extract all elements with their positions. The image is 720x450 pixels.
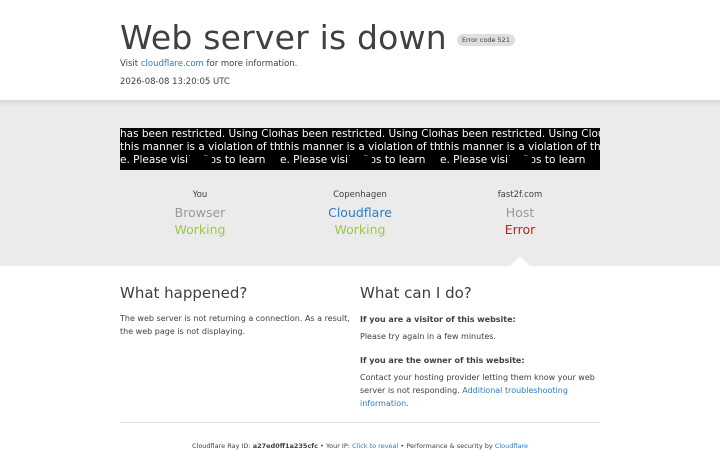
what-can-i-do-heading: What can I do? <box>360 284 472 302</box>
status-band: has been restricted. Using Cloud this ma… <box>0 100 720 266</box>
host-status: Error <box>504 222 536 237</box>
cloudflare-image: has been restricted. Using Cloud this ma… <box>280 128 440 170</box>
cloudflare-status: Working <box>334 222 386 237</box>
browser-image: has been restricted. Using Cloud this ma… <box>120 128 280 170</box>
what-happened-heading: What happened? <box>120 284 248 302</box>
browser-location: You <box>192 190 208 200</box>
error-pointer <box>510 256 530 266</box>
page-title: Web server is down <box>120 18 447 57</box>
title-row: Web server is down Error code 521 <box>120 18 600 58</box>
what-happened-section: What happened? The web server is not ret… <box>120 284 360 338</box>
host-location: fast2f.com <box>497 190 543 200</box>
visitor-body: Please try again in a few minutes. <box>360 332 496 341</box>
image-line: this manner is a violation of the <box>120 141 280 153</box>
visitor-heading: If you are a visitor of this website: <box>360 315 516 324</box>
image-line: has been restricted. Using Cloud <box>280 128 440 140</box>
host-label: Host <box>505 205 535 220</box>
ray-id: a27ed0ff1a235cfc <box>252 442 318 450</box>
image-block <box>188 156 212 170</box>
image-line: this manner is a violation of the <box>280 141 440 153</box>
separator: • <box>400 442 405 450</box>
owner-body-paragraph: Contact your hosting provider letting th… <box>360 371 600 410</box>
browser-column: has been restricted. Using Cloud this ma… <box>120 128 280 237</box>
host-column: has been restricted. Using Cloud this ma… <box>440 128 600 237</box>
cloudflare-label[interactable]: Cloudflare <box>280 205 440 220</box>
cloudflare-column: has been restricted. Using Cloud this ma… <box>280 128 440 237</box>
performance-label: Performance & security by <box>406 442 493 450</box>
cloudflare-location: Copenhagen <box>333 190 387 200</box>
error-code-badge: Error code 521 <box>456 34 515 46</box>
cloudflare-footer-link[interactable]: Cloudflare <box>495 442 528 450</box>
ray-label: Cloudflare Ray ID: <box>191 442 251 450</box>
browser-label: Browser <box>174 205 226 220</box>
image-line: this manner is a violation of the <box>440 141 600 153</box>
image-block <box>348 156 372 170</box>
what-can-i-do-section: What can I do? If you are a visitor of t… <box>360 284 600 410</box>
header: Web server is down Error code 521 Visit … <box>120 18 600 87</box>
visit-suffix: for more information. <box>206 59 298 69</box>
host-image: has been restricted. Using Cloud this ma… <box>440 128 600 170</box>
footer: Cloudflare Ray ID: a27ed0ff1a235cfc • Yo… <box>0 442 720 450</box>
visit-prefix: Visit <box>120 59 139 69</box>
owner-heading: If you are the owner of this website: <box>360 356 525 365</box>
image-line: has been restricted. Using Cloud <box>120 128 280 140</box>
image-line: has been restricted. Using Cloud <box>440 128 600 140</box>
reveal-ip-button[interactable]: Click to reveal <box>352 442 398 450</box>
cloudflare-link[interactable]: cloudflare.com <box>141 59 204 69</box>
owner-end: . <box>406 399 409 408</box>
image-block <box>508 156 532 170</box>
visit-line: Visit cloudflare.com for more informatio… <box>120 59 600 69</box>
ip-label: Your IP: <box>325 442 350 450</box>
footer-divider <box>120 422 600 423</box>
browser-status: Working <box>174 222 226 237</box>
band-shadow <box>0 100 720 106</box>
separator: • <box>320 442 324 450</box>
what-happened-body: The web server is not returning a connec… <box>120 314 350 336</box>
timestamp: 2026-08-08 13:20:05 UTC <box>120 77 230 87</box>
